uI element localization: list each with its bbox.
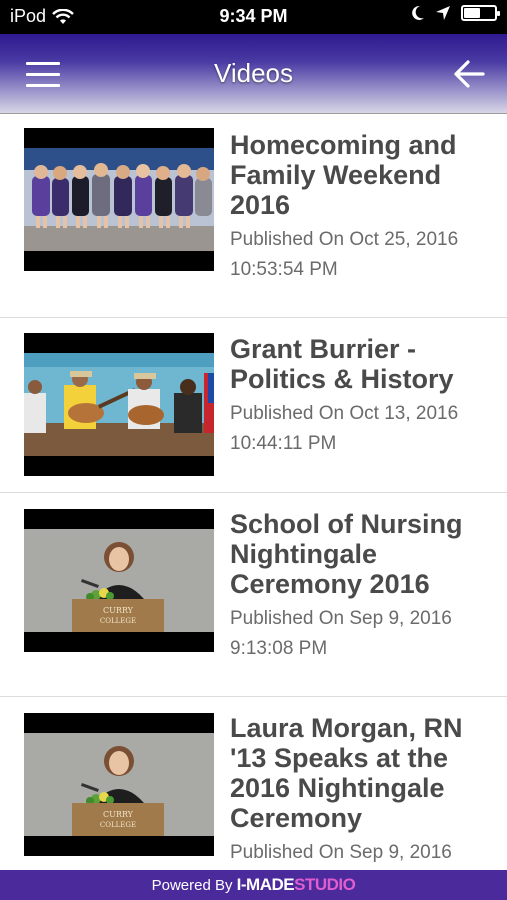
moon-icon <box>412 5 424 20</box>
video-list-item[interactable]: CURRY COLLEGE School of Nursing Nighting… <box>0 493 507 697</box>
battery-icon <box>461 5 500 21</box>
video-thumbnail[interactable]: CURRY COLLEGE <box>24 509 214 652</box>
status-bar: iPod 9:34 PM <box>0 0 507 34</box>
svg-text:COLLEGE: COLLEGE <box>100 617 136 625</box>
video-published-date: Published On Sep 9, 2016 <box>230 608 452 629</box>
svg-text:CURRY: CURRY <box>103 606 134 615</box>
back-arrow-icon[interactable] <box>453 58 485 90</box>
thumbnail-image: CURRY COLLEGE <box>24 529 214 632</box>
video-published-time: 10:53:54 PM <box>230 259 338 280</box>
svg-text:CURRY: CURRY <box>103 810 134 819</box>
video-title[interactable]: Homecoming and Family Weekend 2016 <box>230 130 500 220</box>
thumbnail-image <box>24 148 214 251</box>
video-list-item[interactable]: Grant Burrier - Politics & History Publi… <box>0 318 507 493</box>
video-thumbnail[interactable] <box>24 333 214 476</box>
nav-bar: Videos <box>0 34 507 114</box>
location-arrow-icon <box>436 6 450 20</box>
page-title: Videos <box>213 58 294 88</box>
video-published-time: 10:44:11 PM <box>230 433 337 454</box>
video-list-item[interactable]: CURRY COLLEGE Laura Morgan, RN '13 Speak… <box>0 697 507 870</box>
video-published-date: Published On Oct 13, 2016 <box>230 403 459 424</box>
video-list: Homecoming and Family Weekend 2016 Publi… <box>0 114 507 870</box>
powered-by-footer[interactable]: Powered By I-MADESTUDIO <box>0 870 507 900</box>
video-published-time: 9:13:08 PM <box>230 638 328 659</box>
video-title[interactable]: Grant Burrier - Politics & History <box>230 334 500 394</box>
brand-logo-part2: STUDIO <box>294 875 356 894</box>
video-published-date: Published On Sep 9, 2016 <box>230 842 452 863</box>
video-title[interactable]: Laura Morgan, RN '13 Speaks at the 2016 … <box>230 713 500 833</box>
thumbnail-image <box>24 353 214 456</box>
svg-text:COLLEGE: COLLEGE <box>100 821 136 829</box>
thumbnail-image: CURRY COLLEGE <box>24 733 214 836</box>
video-thumbnail[interactable] <box>24 128 214 271</box>
status-right <box>411 5 500 21</box>
video-published-date: Published On Oct 25, 2016 <box>230 229 459 250</box>
video-list-item[interactable]: Homecoming and Family Weekend 2016 Publi… <box>0 114 507 318</box>
video-thumbnail[interactable]: CURRY COLLEGE <box>24 713 214 856</box>
brand-logo-part1: I-MADE <box>236 875 295 894</box>
powered-by-label: Powered By <box>151 877 233 894</box>
video-title[interactable]: School of Nursing Nightingale Ceremony 2… <box>230 509 500 599</box>
